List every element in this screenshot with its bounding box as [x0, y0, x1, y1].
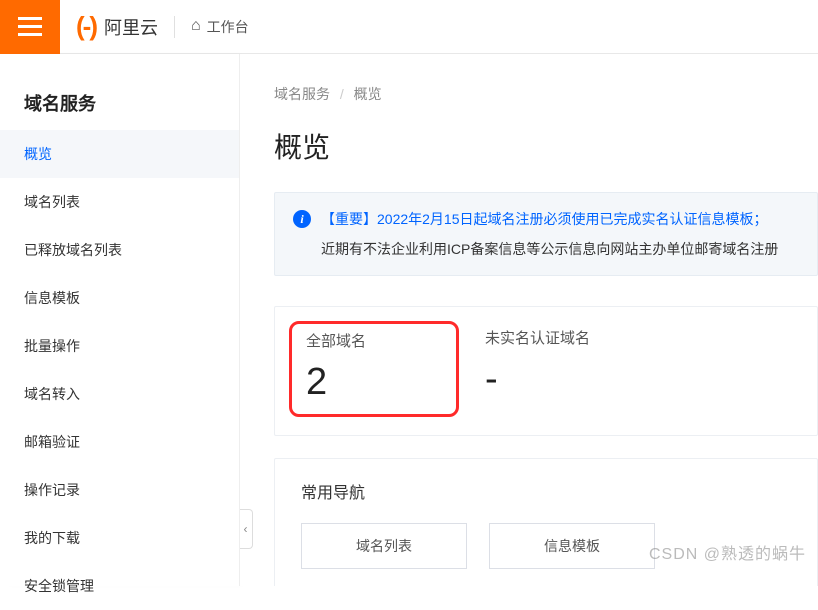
quick-nav-card: 常用导航 域名列表 信息模板 [274, 458, 818, 586]
sidebar-item-batch[interactable]: 批量操作 [0, 322, 239, 370]
collapse-handle[interactable]: ‹ [240, 509, 253, 549]
alert-line1[interactable]: 【重要】2022年2月15日起域名注册必须使用已完成实名认证信息模板； [321, 209, 768, 229]
header: (-) 阿里云 ⌂ 工作台 [0, 0, 818, 54]
sidebar-item-released[interactable]: 已释放域名列表 [0, 226, 239, 274]
stats-card: 全部域名 2 未实名认证域名 - [274, 306, 818, 436]
breadcrumb-current: 概览 [354, 86, 382, 102]
logo-text: 阿里云 [104, 14, 158, 40]
main-content: 域名服务 / 概览 概览 i 【重要】2022年2月15日起域名注册必须使用已完… [240, 54, 818, 586]
stat-value: - [485, 358, 791, 401]
quick-nav-title: 常用导航 [301, 479, 791, 503]
sidebar-item-downloads[interactable]: 我的下载 [0, 514, 239, 562]
alert-line2: 近期有不法企业利用ICP备案信息等公示信息向网站主办单位邮寄域名注册 [293, 239, 799, 259]
sidebar-item-email-verify[interactable]: 邮箱验证 [0, 418, 239, 466]
sidebar-title: 域名服务 [0, 80, 239, 130]
sidebar-item-security-lock[interactable]: 安全锁管理 [0, 562, 239, 610]
info-icon: i [293, 210, 311, 228]
breadcrumb-separator: / [340, 86, 344, 102]
breadcrumb-root[interactable]: 域名服务 [274, 86, 330, 102]
home-icon: ⌂ [191, 17, 201, 35]
quick-nav-domain-list[interactable]: 域名列表 [301, 523, 467, 569]
sidebar-item-transfer[interactable]: 域名转入 [0, 370, 239, 418]
quick-nav-templates[interactable]: 信息模板 [489, 523, 655, 569]
sidebar-item-domain-list[interactable]: 域名列表 [0, 178, 239, 226]
stat-unverified-domains[interactable]: 未实名认证域名 - [459, 327, 817, 411]
logo[interactable]: (-) 阿里云 [60, 11, 158, 42]
body: 域名服务 概览 域名列表 已释放域名列表 信息模板 批量操作 域名转入 邮箱验证… [0, 54, 818, 586]
logo-icon: (-) [76, 11, 96, 42]
stat-total-domains[interactable]: 全部域名 2 [289, 321, 459, 417]
sidebar-item-templates[interactable]: 信息模板 [0, 274, 239, 322]
divider [174, 16, 175, 38]
workspace-label: 工作台 [207, 17, 249, 37]
alert-box: i 【重要】2022年2月15日起域名注册必须使用已完成实名认证信息模板； 近期… [274, 192, 818, 276]
sidebar-item-overview[interactable]: 概览 [0, 130, 239, 178]
sidebar: 域名服务 概览 域名列表 已释放域名列表 信息模板 批量操作 域名转入 邮箱验证… [0, 54, 240, 586]
page-title: 概览 [274, 126, 818, 166]
workspace-link[interactable]: ⌂ 工作台 [191, 17, 249, 37]
sidebar-item-logs[interactable]: 操作记录 [0, 466, 239, 514]
stat-value: 2 [306, 361, 430, 404]
menu-button[interactable] [0, 0, 60, 54]
stat-label: 未实名认证域名 [485, 327, 791, 348]
stat-label: 全部域名 [306, 330, 430, 351]
breadcrumb: 域名服务 / 概览 [274, 84, 818, 104]
